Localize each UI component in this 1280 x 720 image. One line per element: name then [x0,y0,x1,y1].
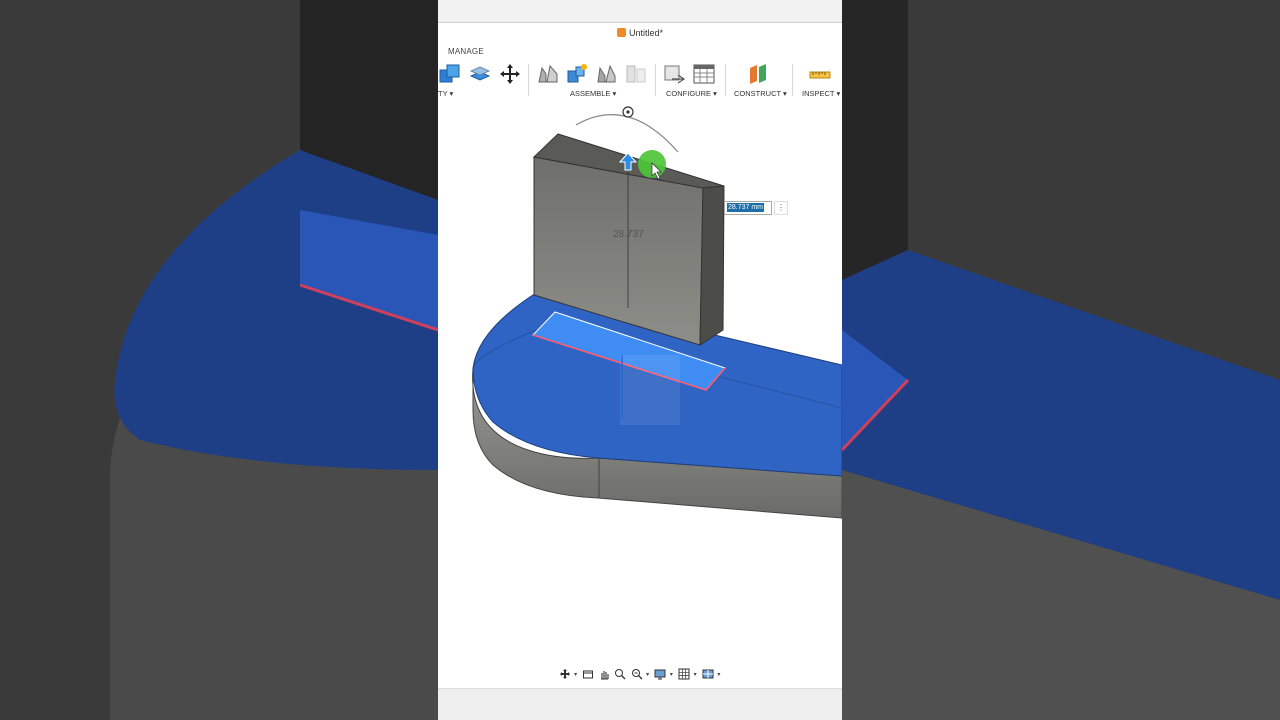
dimension-input-field[interactable]: 28.737 mm [724,201,772,215]
document-title[interactable]: Untitled* [438,28,842,38]
inspect-group-label[interactable]: INSPECT ▾ [802,89,840,98]
background-blur-right [842,0,1280,720]
zoom-caret-icon[interactable]: ▾ [646,671,651,678]
toolbar-separator [792,64,793,96]
combine-bodies-icon[interactable] [438,62,462,86]
configure-group-label[interactable]: CONFIGURE ▾ [666,89,717,98]
toolbar-separator [725,64,726,96]
document-title-text: Untitled* [628,28,664,38]
display-settings-icon[interactable] [654,667,667,681]
dimension-label: 28.737 [613,229,644,240]
document-cube-icon [616,28,626,37]
motion-study-icon[interactable] [624,62,648,86]
assemble-group-label[interactable]: ASSEMBLE ▾ [570,89,616,98]
look-at-icon[interactable] [582,667,595,681]
measure-icon[interactable] [808,62,832,86]
grid-caret-icon[interactable]: ▾ [694,671,699,678]
canvas-viewport[interactable]: 28.737 28.737 mm ⋮ [438,100,842,688]
orbit-caret-icon[interactable]: ▾ [574,671,579,678]
orbit-icon[interactable] [558,667,571,681]
shell-layers-icon[interactable] [468,62,492,86]
model-scene: 28.737 [472,106,842,519]
viewports-caret-icon[interactable]: ▾ [717,671,722,678]
joint-icon[interactable] [565,62,589,86]
grid-icon[interactable] [677,667,690,681]
configuration-grid-icon[interactable] [692,62,716,86]
fit-icon[interactable] [630,667,643,681]
construct-group-label[interactable]: CONSTRUCT ▾ [734,89,787,98]
move-copy-icon[interactable] [498,62,522,86]
extruded-wall-side [699,185,725,346]
modify-group-label[interactable]: TY ▾ [438,89,453,98]
new-component-icon[interactable] [536,62,560,86]
browser-top-bar [438,0,842,23]
status-bar [438,688,842,720]
pan-icon[interactable] [598,667,611,681]
zoom-icon[interactable] [614,667,627,681]
navigation-toolbar: ▾ ▾ ▾ ▾ ▾ [558,665,722,683]
toolbar-separator [528,64,529,96]
ribbon-toolbar: TY ▾ ASSEMBLE ▾ CONFIGURE ▾ CONSTRUCT ▾ … [438,58,842,100]
as-built-joint-icon[interactable] [594,62,618,86]
offset-plane-icon[interactable] [746,62,770,86]
toolbar-separator [655,64,656,96]
document-title-bar: Untitled* [438,23,842,45]
dimension-more-icon[interactable]: ⋮ [774,201,788,215]
fusion-app-window: Untitled* MANAGE TY ▾ ASSEMBLE ▾ CONFIGU… [438,0,842,720]
tab-manage[interactable]: MANAGE [448,47,484,56]
viewports-icon[interactable] [701,667,714,681]
configure-table-icon[interactable] [662,62,686,86]
display-caret-icon[interactable]: ▾ [670,671,675,678]
background-blur-left [0,0,438,720]
